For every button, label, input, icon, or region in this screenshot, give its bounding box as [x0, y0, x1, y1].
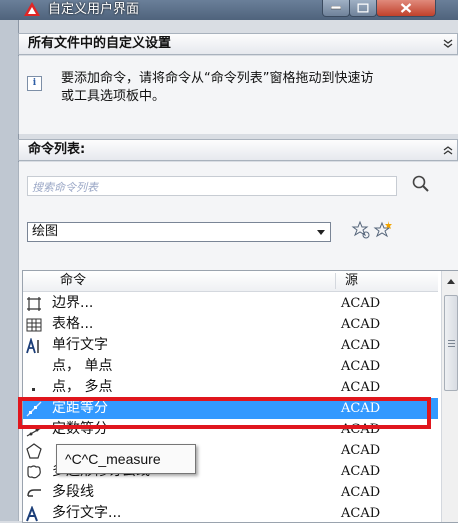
command-list-section-header[interactable]: 命令列表: — [18, 139, 458, 161]
window-title: 自定义用户界面 — [48, 2, 140, 17]
maximize-button[interactable] — [349, 0, 377, 17]
table-header: 命令 源 — [23, 271, 438, 292]
table-icon — [26, 318, 42, 332]
dropdown-arrow-icon[interactable] — [312, 223, 330, 241]
command-source: ACAD — [341, 464, 381, 479]
customizations-section-title: 所有文件中的自定义设置 — [28, 36, 172, 51]
command-source: ACAD — [341, 485, 381, 500]
region-icon — [27, 465, 41, 479]
scroll-up-arrow-icon[interactable] — [442, 273, 458, 291]
command-name: 定数等分 — [52, 421, 108, 437]
scrollbar-grip-line — [448, 340, 455, 341]
title-bar[interactable]: 自定义用户界面 — [0, 0, 458, 20]
scrollbar-grip-line — [448, 346, 455, 347]
info-panel: i 要添加命令，请将命令从“命令列表”窗格拖动到快速访 或工具选项板中。 — [18, 56, 458, 134]
table-row[interactable]: 多段线 ACAD — [23, 482, 438, 503]
minimize-icon — [331, 6, 341, 10]
command-name: 定距等分 — [52, 400, 108, 416]
minimize-button[interactable] — [322, 0, 350, 17]
command-list-section-title: 命令列表: — [28, 142, 86, 157]
search-input[interactable]: 搜索命令列表 — [27, 176, 397, 196]
table-row[interactable]: 表格... ACAD — [23, 314, 438, 335]
maximize-icon — [357, 3, 369, 13]
table-row[interactable]: 多行文字... ACAD — [23, 503, 438, 522]
close-icon — [400, 3, 412, 13]
command-source: ACAD — [341, 338, 381, 353]
info-line-2: 或工具选项板中。 — [61, 89, 166, 104]
command-source: ACAD — [341, 506, 381, 521]
find-command-star-icon[interactable] — [351, 220, 371, 240]
info-icon: i — [27, 76, 42, 91]
close-button[interactable] — [376, 0, 436, 17]
info-text: 要添加命令，请将命令从“命令列表”窗格拖动到快速访 或工具选项板中。 — [61, 70, 458, 106]
search-icon[interactable] — [411, 174, 431, 194]
column-header-command[interactable]: 命令 — [60, 271, 86, 291]
scrollbar-grip-line — [448, 343, 455, 344]
scrollbar-thumb[interactable] — [444, 295, 458, 391]
command-name: 多段线 — [52, 484, 94, 500]
category-filter-value: 绘图 — [32, 224, 59, 239]
command-name: 点， 多点 — [52, 379, 113, 395]
command-name: 表格... — [52, 316, 94, 332]
command-source: ACAD — [341, 296, 381, 311]
table-row[interactable]: 点， 单点 ACAD — [23, 356, 438, 377]
command-name: 边界... — [52, 295, 94, 311]
chevron-up-icon[interactable] — [443, 145, 453, 155]
command-name: 单行文字 — [52, 337, 108, 353]
info-line-1: 要添加命令，请将命令从“命令列表”窗格拖动到快速访 — [61, 71, 374, 86]
divide-icon — [26, 427, 42, 437]
command-name: 多行文字... — [52, 505, 122, 521]
chevron-down-icon[interactable] — [443, 39, 453, 49]
table-row-selected[interactable]: 定距等分 ACAD — [23, 398, 438, 419]
command-macro-tooltip: ^C^C_measure — [56, 444, 196, 474]
window-left-edge — [0, 20, 19, 521]
column-header-source[interactable]: 源 — [345, 271, 358, 291]
command-source: ACAD — [341, 422, 381, 437]
polygon-icon — [26, 443, 42, 459]
table-row[interactable]: 边界... ACAD — [23, 293, 438, 314]
app-logo-icon — [24, 2, 40, 16]
polyline-icon — [27, 489, 41, 497]
customizations-section-header[interactable]: 所有文件中的自定义设置 — [18, 33, 458, 55]
command-source: ACAD — [341, 380, 381, 395]
table-row[interactable]: 定数等分 ACAD — [23, 419, 438, 440]
boundary-icon — [27, 297, 41, 311]
vertical-scrollbar[interactable] — [441, 271, 458, 522]
column-divider[interactable] — [335, 273, 336, 289]
new-command-star-icon[interactable] — [373, 220, 393, 240]
table-row[interactable]: 单行文字 ACAD — [23, 335, 438, 356]
category-filter-select[interactable]: 绘图 — [27, 222, 331, 242]
measure-icon — [26, 401, 42, 417]
command-name: 点， 单点 — [52, 358, 113, 374]
point-multiple-icon — [32, 388, 35, 391]
command-source: ACAD — [341, 443, 381, 458]
table-row[interactable]: 点， 多点 ACAD — [23, 377, 438, 398]
command-source: ACAD — [341, 359, 381, 374]
single-line-text-icon — [26, 338, 39, 354]
command-source: ACAD — [341, 317, 381, 332]
command-table: 命令 源 边界... ACAD 表格... ACAD 单行文字 ACAD 点， … — [22, 270, 458, 523]
command-source: ACAD — [341, 401, 381, 416]
multiline-text-icon — [26, 506, 38, 522]
